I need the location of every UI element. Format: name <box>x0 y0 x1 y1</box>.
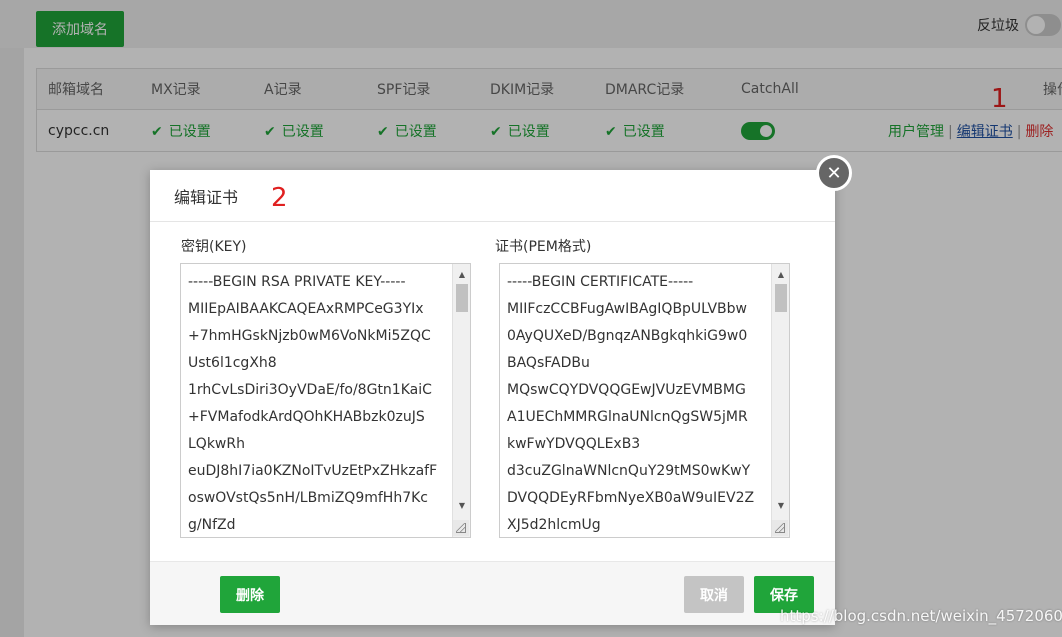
resize-grip-icon[interactable] <box>772 520 788 536</box>
key-text: -----BEGIN RSA PRIVATE KEY----- MIIEpAIB… <box>188 274 438 533</box>
cert-label: 证书(PEM格式) <box>495 239 592 255</box>
resize-grip-icon[interactable] <box>453 520 469 536</box>
scroll-down-icon[interactable]: ▼ <box>453 497 470 513</box>
watermark: https://blog.csdn.net/weixin_45720604 <box>780 607 1062 625</box>
cancel-button[interactable]: 取消 <box>684 576 744 613</box>
dialog-footer: 删除 取消 保存 <box>150 561 835 625</box>
annotation-two: 2 <box>271 183 288 213</box>
close-icon[interactable]: ✕ <box>816 155 852 191</box>
scroll-up-icon[interactable]: ▲ <box>453 266 470 282</box>
scroll-up-icon[interactable]: ▲ <box>772 266 789 282</box>
key-textarea[interactable]: -----BEGIN RSA PRIVATE KEY----- MIIEpAIB… <box>180 263 471 538</box>
cert-text: -----BEGIN CERTIFICATE----- MIIFczCCBFug… <box>507 274 755 533</box>
scroll-down-icon[interactable]: ▼ <box>772 497 789 513</box>
delete-button[interactable]: 删除 <box>220 576 280 613</box>
key-label: 密钥(KEY) <box>181 239 247 255</box>
scroll-thumb[interactable] <box>775 284 787 312</box>
edit-cert-dialog: 编辑证书 密钥(KEY) 证书(PEM格式) -----BEGIN RSA PR… <box>150 170 835 625</box>
dialog-header: 编辑证书 <box>150 170 835 222</box>
dialog-title: 编辑证书 <box>174 187 239 207</box>
cert-textarea[interactable]: -----BEGIN CERTIFICATE----- MIIFczCCBFug… <box>499 263 790 538</box>
key-scrollbar[interactable]: ▲ ▼ <box>452 264 470 537</box>
scroll-thumb[interactable] <box>456 284 468 312</box>
cert-scrollbar[interactable]: ▲ ▼ <box>771 264 789 537</box>
